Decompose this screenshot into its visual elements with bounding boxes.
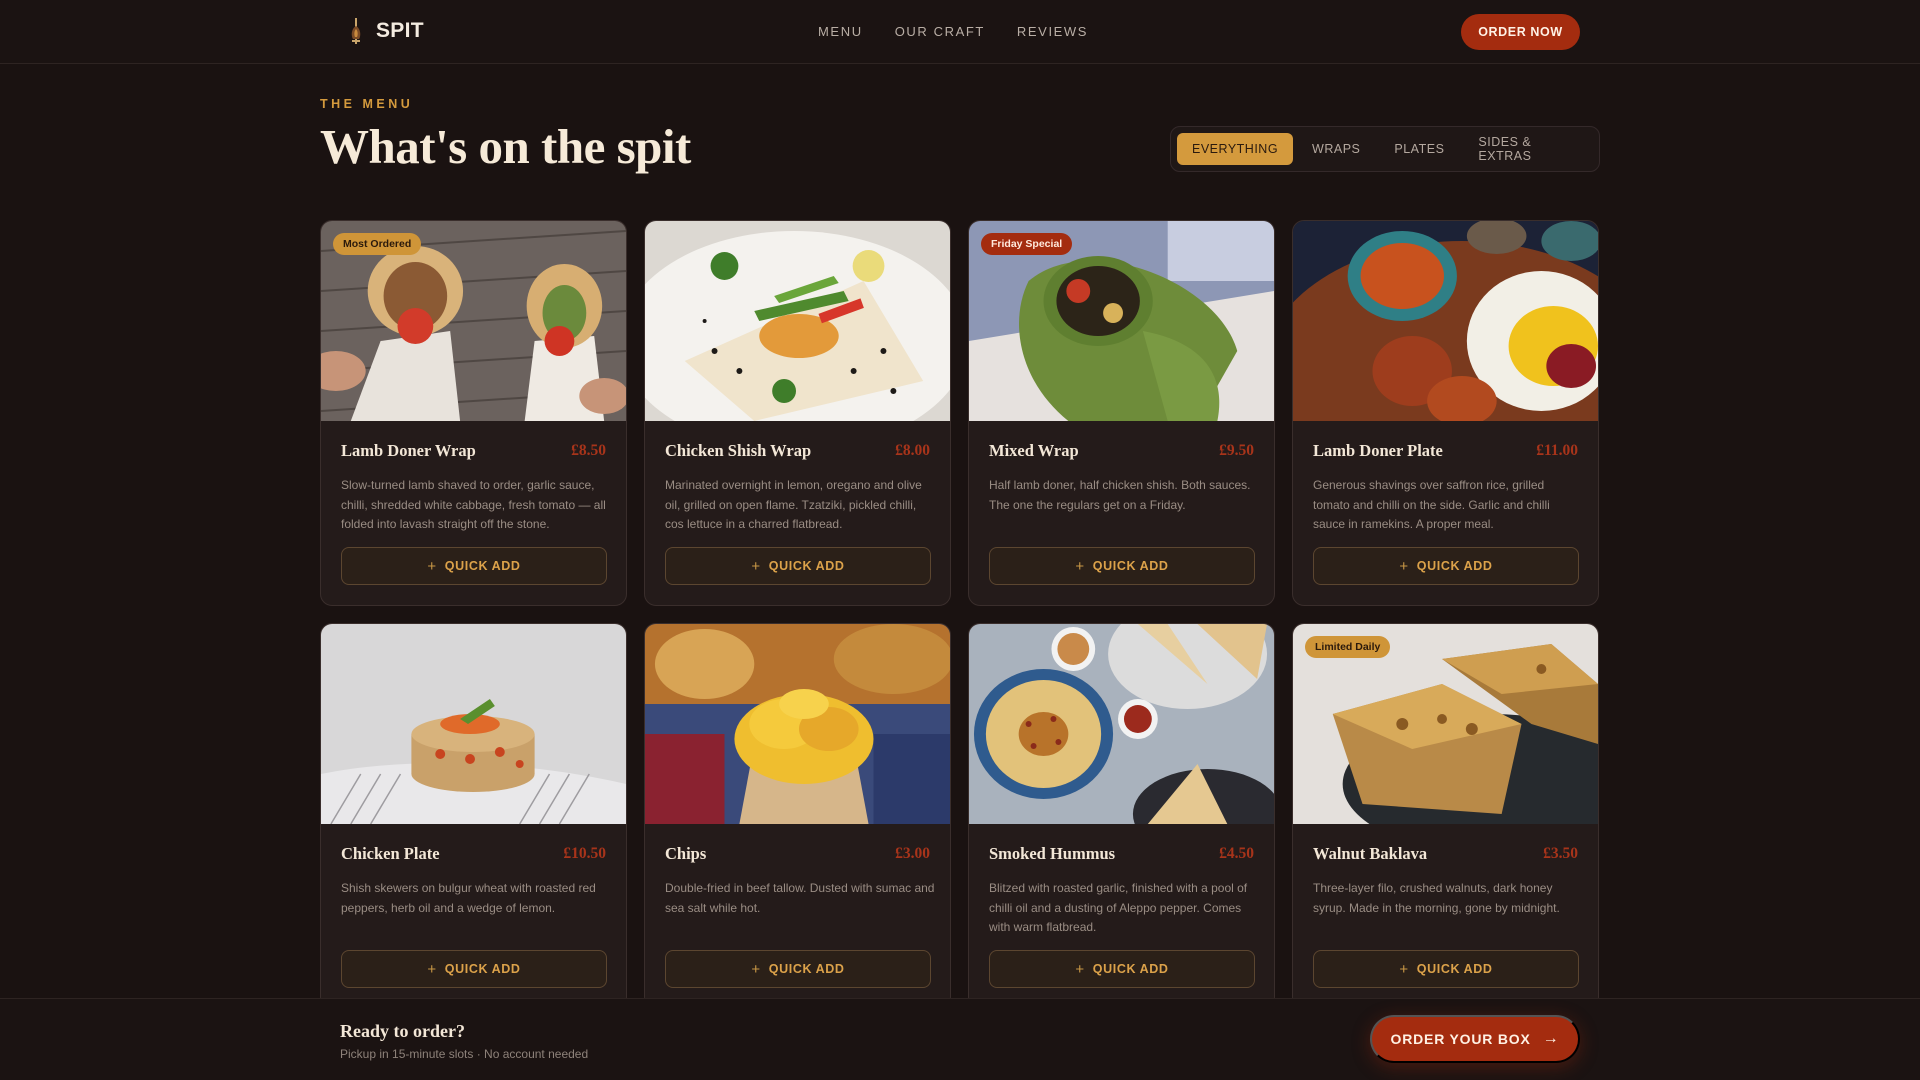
quick-add-label: QUICK ADD bbox=[444, 559, 521, 573]
chicken-shish-wrap-photo bbox=[645, 221, 950, 421]
card-price: £3.00 bbox=[895, 845, 930, 862]
quick-add-button[interactable]: + QUICK ADD bbox=[665, 950, 931, 988]
chips-photo bbox=[645, 624, 950, 824]
menu-card[interactable]: Chicken Shish Wrap £8.00 Marinated overn… bbox=[644, 220, 951, 606]
filter-everything[interactable]: EVERYTHING bbox=[1177, 133, 1294, 165]
quick-add-label: QUICK ADD bbox=[1092, 962, 1169, 976]
card-price: £9.50 bbox=[1219, 442, 1254, 459]
order-your-box-label: ORDER YOUR BOX bbox=[1390, 1031, 1531, 1047]
quick-add-label: QUICK ADD bbox=[768, 962, 845, 976]
card-description: Generous shavings over saffron rice, gri… bbox=[1313, 478, 1550, 531]
menu-card[interactable]: Chips £3.00 Double-fried in beef tallow.… bbox=[644, 623, 951, 1009]
quick-add-label: QUICK ADD bbox=[1092, 559, 1169, 573]
nav-reviews[interactable]: REVIEWS bbox=[1017, 24, 1088, 39]
top-navbar: SPIT MENU OUR CRAFT REVIEWS ORDER NOW bbox=[0, 0, 1920, 64]
arrow-right-icon: → bbox=[1542, 1030, 1560, 1047]
card-price: £11.00 bbox=[1536, 442, 1578, 459]
menu-card[interactable]: Chicken Plate £10.50 Shish skewers on bu… bbox=[320, 623, 627, 1009]
card-description: Blitzed with roasted garlic, finished wi… bbox=[989, 881, 1248, 934]
card-name: Smoked Hummus bbox=[989, 844, 1116, 863]
quick-add-button[interactable]: + QUICK ADD bbox=[1313, 547, 1579, 585]
filter-sides-extras[interactable]: SIDES & EXTRAS bbox=[1463, 133, 1593, 165]
quick-add-button[interactable]: + QUICK ADD bbox=[341, 547, 607, 585]
quick-add-label: QUICK ADD bbox=[1416, 962, 1493, 976]
plus-icon: + bbox=[1399, 960, 1409, 978]
card-badge: Friday Special bbox=[981, 233, 1073, 255]
card-price: £10.50 bbox=[563, 845, 606, 862]
card-name: Walnut Baklava bbox=[1313, 844, 1428, 863]
card-name: Lamb Doner Plate bbox=[1313, 441, 1443, 460]
card-description: Three-layer filo, crushed walnuts, dark … bbox=[1313, 881, 1560, 915]
card-name: Mixed Wrap bbox=[989, 441, 1079, 460]
card-description: Double-fried in beef tallow. Dusted with… bbox=[665, 881, 935, 915]
quick-add-button[interactable]: + QUICK ADD bbox=[989, 547, 1255, 585]
sticky-order-bar: Ready to order? Pickup in 15-minute slot… bbox=[0, 998, 1920, 1080]
card-price: £4.50 bbox=[1219, 845, 1254, 862]
page-title: What's on the spit bbox=[320, 119, 691, 174]
card-price: £8.00 bbox=[895, 442, 930, 459]
menu-card[interactable]: Lamb Doner Plate £11.00 Generous shaving… bbox=[1292, 220, 1599, 606]
card-badge: Limited Daily bbox=[1305, 636, 1391, 658]
lamb-doner-plate-photo bbox=[1293, 221, 1598, 421]
quick-add-label: QUICK ADD bbox=[444, 962, 521, 976]
order-now-button[interactable]: ORDER NOW bbox=[1461, 14, 1580, 50]
card-name: Chicken Shish Wrap bbox=[665, 441, 812, 460]
chicken-plate-photo bbox=[321, 624, 626, 824]
quick-add-label: QUICK ADD bbox=[1416, 559, 1493, 573]
card-name: Chips bbox=[665, 844, 707, 863]
card-name: Chicken Plate bbox=[341, 844, 440, 863]
brand-logo[interactable]: SPIT bbox=[348, 18, 424, 44]
main-nav: MENU OUR CRAFT REVIEWS bbox=[818, 24, 1088, 39]
quick-add-button[interactable]: + QUICK ADD bbox=[1313, 950, 1579, 988]
nav-our-craft[interactable]: OUR CRAFT bbox=[895, 24, 985, 39]
card-price: £3.50 bbox=[1543, 845, 1578, 862]
menu-card[interactable]: Limited Daily Walnut Baklava £3.50 Three… bbox=[1292, 623, 1599, 1009]
card-name: Lamb Doner Wrap bbox=[341, 441, 476, 460]
card-description: Slow-turned lamb shaved to order, garlic… bbox=[341, 478, 606, 531]
menu-card[interactable]: Smoked Hummus £4.50 Blitzed with roasted… bbox=[968, 623, 1275, 1009]
card-description: Half lamb doner, half chicken shish. Bot… bbox=[989, 478, 1251, 512]
order-bar-title: Ready to order? bbox=[340, 1021, 465, 1041]
card-price: £8.50 bbox=[571, 442, 606, 459]
card-description: Marinated overnight in lemon, oregano an… bbox=[665, 478, 922, 531]
plus-icon: + bbox=[1075, 960, 1085, 978]
plus-icon: + bbox=[1399, 557, 1409, 575]
plus-icon: + bbox=[1075, 557, 1085, 575]
plus-icon: + bbox=[427, 557, 437, 575]
menu-filter-tabs: EVERYTHING WRAPS PLATES SIDES & EXTRAS bbox=[1170, 126, 1600, 172]
filter-plates[interactable]: PLATES bbox=[1379, 133, 1459, 165]
menu-card[interactable]: Most Ordered Lamb Doner Wrap £8.50 Slow-… bbox=[320, 220, 627, 606]
plus-icon: + bbox=[427, 960, 437, 978]
quick-add-button[interactable]: + QUICK ADD bbox=[341, 950, 607, 988]
card-badge: Most Ordered bbox=[333, 233, 422, 255]
quick-add-button[interactable]: + QUICK ADD bbox=[665, 547, 931, 585]
quick-add-label: QUICK ADD bbox=[768, 559, 845, 573]
quick-add-button[interactable]: + QUICK ADD bbox=[989, 950, 1255, 988]
brand-name: SPIT bbox=[376, 19, 424, 42]
menu-card[interactable]: Friday Special Mixed Wrap £9.50 Half lam… bbox=[968, 220, 1275, 606]
plus-icon: + bbox=[751, 557, 761, 575]
card-description: Shish skewers on bulgur wheat with roast… bbox=[341, 881, 596, 915]
section-eyebrow: THE MENU bbox=[320, 97, 414, 111]
order-your-box-button[interactable]: ORDER YOUR BOX → bbox=[1370, 1015, 1580, 1063]
nav-menu[interactable]: MENU bbox=[818, 24, 863, 39]
order-bar-subtitle: Pickup in 15-minute slots · No account n… bbox=[340, 1047, 589, 1061]
filter-wraps[interactable]: WRAPS bbox=[1297, 133, 1375, 165]
plus-icon: + bbox=[751, 960, 761, 978]
smoked-hummus-photo bbox=[969, 624, 1274, 824]
flame-spit-icon bbox=[351, 18, 361, 44]
